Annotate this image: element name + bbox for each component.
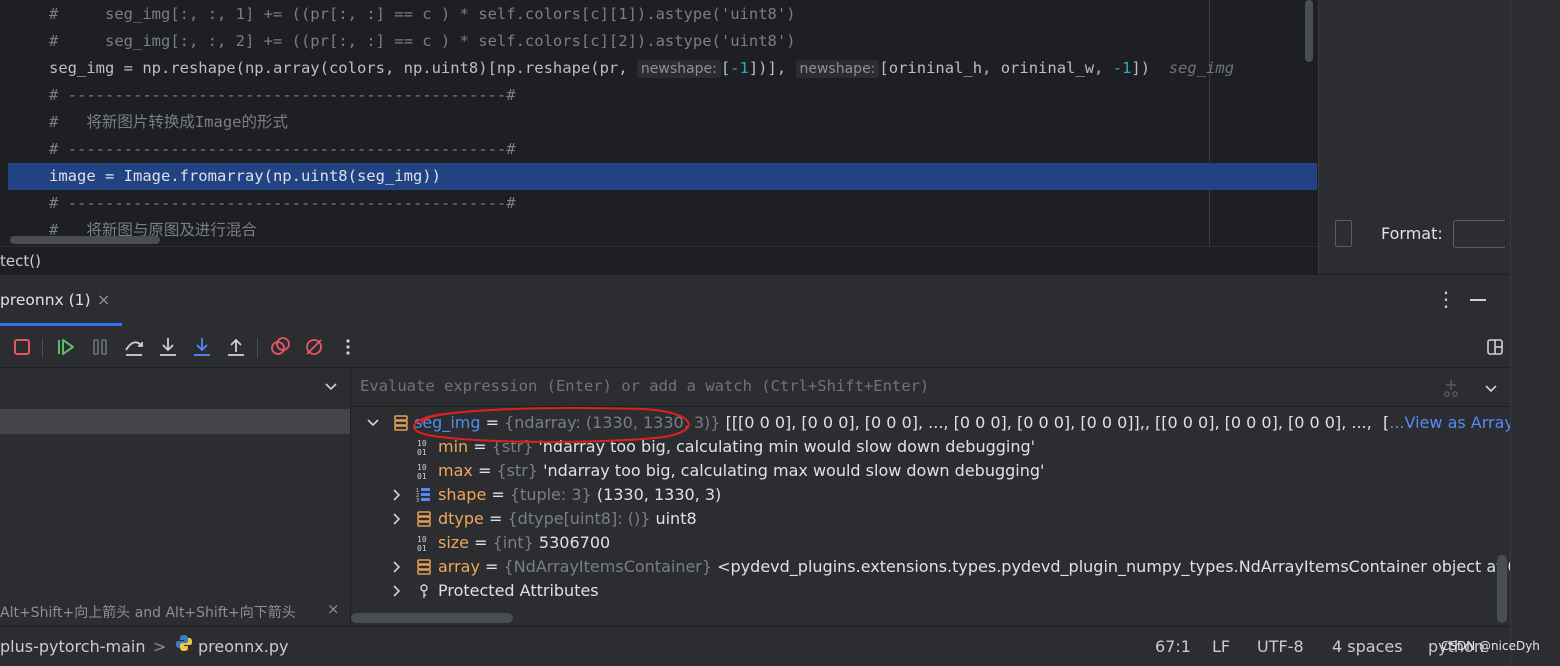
add-watch-icon[interactable]: [1441, 378, 1461, 398]
svg-text:01: 01: [417, 448, 427, 456]
tab-preonnx[interactable]: preonnx (1) ×: [0, 275, 113, 327]
object-icon: [417, 511, 431, 527]
chevron-down-icon[interactable]: [324, 379, 338, 393]
param-hint: newshape:: [636, 60, 721, 78]
toolbar-separator: [42, 338, 43, 358]
file-encoding[interactable]: UTF-8: [1257, 637, 1304, 656]
code-line[interactable]: # seg_img[:, :, 2] += ((pr[:, :] == c ) …: [0, 28, 1318, 55]
step-into-icon[interactable]: [156, 335, 180, 359]
svg-text:3: 3: [416, 498, 419, 504]
variables-vertical-scrollbar[interactable]: [1497, 555, 1507, 623]
step-out-icon[interactable]: [224, 335, 248, 359]
param-hint: newshape:: [795, 60, 880, 78]
variable-row-protected-attributes[interactable]: Protected Attributes: [351, 579, 1510, 603]
step-into-my-code-icon[interactable]: [190, 335, 214, 359]
variables-horizontal-scrollbar[interactable]: [351, 613, 513, 623]
chevron-down-icon[interactable]: [1484, 381, 1498, 395]
cursor-position[interactable]: 67:1: [1155, 637, 1191, 656]
file-breadcrumb[interactable]: preonnx.py: [198, 637, 288, 656]
variable-row-dtype[interactable]: dtype = {dtype[uint8]: ()} uint8: [351, 507, 1510, 531]
variable-row-array[interactable]: array = {NdArrayItemsContainer} <pydevd_…: [351, 555, 1510, 579]
selected-frame[interactable]: [0, 409, 350, 434]
evaluate-expression-input[interactable]: Evaluate expression (Enter) or add a wat…: [360, 377, 929, 395]
frames-panel: Alt+Shift+向上箭头 and Alt+Shift+向下箭头 ×: [0, 369, 351, 626]
expand-arrow-icon[interactable]: [391, 513, 403, 525]
red-annotation-circle: [412, 407, 690, 443]
status-bar: plus-pytorch-main > preonnx.py 67:1 LF U…: [0, 626, 1510, 666]
code-line[interactable]: seg_img = np.reshape(np.array(colors, np…: [0, 55, 1318, 82]
current-execution-line[interactable]: image = Image.fromarray(np.uint8(seg_img…: [8, 163, 1317, 190]
code-line[interactable]: # --------------------------------------…: [0, 136, 1318, 163]
view-breakpoints-icon[interactable]: [268, 335, 292, 359]
editor-horizontal-scrollbar[interactable]: [10, 236, 160, 244]
key-icon: [420, 584, 428, 598]
python-file-icon: [176, 635, 192, 651]
svg-text:01: 01: [417, 544, 427, 552]
code-line[interactable]: # --------------------------------------…: [0, 190, 1318, 217]
line-ending[interactable]: LF: [1212, 637, 1230, 656]
toolbar-separator: [257, 338, 258, 358]
editor-breadcrumb[interactable]: tect(): [0, 246, 1318, 274]
variable-row-shape[interactable]: 123 shape = {tuple: 3} (1330, 1330, 3): [351, 483, 1510, 507]
resume-icon[interactable]: [54, 335, 78, 359]
expand-arrow-icon[interactable]: [391, 585, 403, 597]
object-icon: [417, 559, 431, 575]
code-line[interactable]: # seg_img[:, :, 1] += ((pr[:, :] == c ) …: [0, 1, 1318, 28]
code-line[interactable]: # 将新图与原图及进行混合: [0, 217, 1318, 244]
stop-icon[interactable]: [10, 335, 34, 359]
format-checkbox[interactable]: [1335, 220, 1352, 247]
layout-icon[interactable]: [1483, 335, 1507, 359]
code-line[interactable]: # 将新图片转换成Image的形式: [0, 109, 1318, 136]
project-breadcrumb[interactable]: plus-pytorch-main: [0, 637, 145, 656]
expand-arrow-icon[interactable]: [367, 417, 379, 429]
more-options-icon[interactable]: ⋮: [1436, 287, 1456, 311]
primitive-icon: 1001: [417, 463, 427, 480]
svg-text:01: 01: [417, 472, 427, 480]
pause-icon[interactable]: [88, 335, 112, 359]
watermark: CSDN @niceDyh: [1441, 639, 1540, 653]
svg-text:10: 10: [417, 463, 427, 472]
mute-breakpoints-icon[interactable]: [302, 335, 326, 359]
inline-value-hint: seg_img: [1168, 59, 1235, 77]
frames-navigation-hint: Alt+Shift+向上箭头 and Alt+Shift+向下箭头: [0, 605, 296, 621]
variable-row-max[interactable]: 10 01 max = {str} 'ndarray too big, calcu…: [351, 459, 1510, 483]
tuple-icon: 123: [416, 488, 430, 504]
step-over-icon[interactable]: [122, 335, 146, 359]
right-tool-strip: [1510, 0, 1560, 666]
view-as-array-link[interactable]: [...View as Array: [1377, 411, 1510, 435]
code-editor[interactable]: # seg_img[:, :, 1] += ((pr[:, :] == c ) …: [0, 0, 1318, 246]
breadcrumb-separator: >: [153, 637, 167, 656]
close-icon[interactable]: ×: [97, 275, 110, 325]
debug-tab-bar: preonnx (1) × ⋮: [0, 274, 1510, 326]
minimize-icon[interactable]: [1470, 299, 1486, 301]
code-line[interactable]: # --------------------------------------…: [0, 82, 1318, 109]
side-panel: Format:: [1318, 0, 1510, 274]
format-label: Format:: [1381, 224, 1443, 243]
expand-arrow-icon[interactable]: [391, 489, 403, 501]
more-actions-icon[interactable]: [336, 335, 360, 359]
evaluate-expression-bar[interactable]: Evaluate expression (Enter) or add a wat…: [351, 369, 1510, 407]
tab-label: preonnx (1): [0, 291, 91, 309]
expand-arrow-icon[interactable]: [391, 561, 403, 573]
indent-setting[interactable]: 4 spaces: [1332, 637, 1403, 656]
svg-text:10: 10: [417, 535, 427, 544]
close-hint-icon[interactable]: ×: [327, 600, 340, 618]
primitive-icon: 1001: [417, 535, 427, 552]
variable-row-size[interactable]: 10 01 size = {int} 5306700: [351, 531, 1510, 555]
format-select[interactable]: [1453, 220, 1505, 248]
debug-toolbar: [0, 326, 1510, 368]
